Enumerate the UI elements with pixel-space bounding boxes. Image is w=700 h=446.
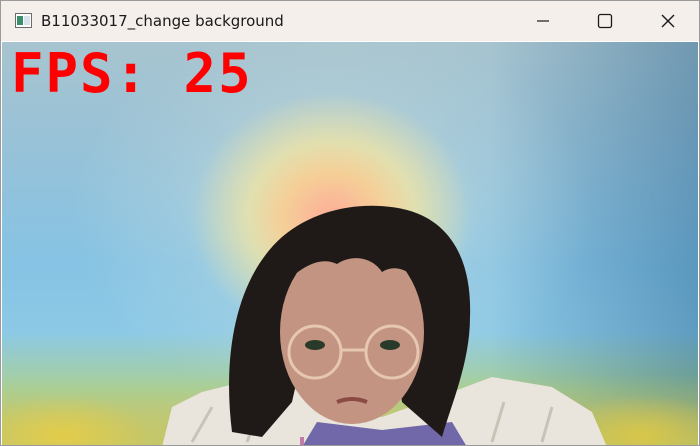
person-silhouette: [162, 205, 607, 445]
app-window: B11033017_change background FPS: 25: [0, 0, 700, 446]
eye-right: [380, 340, 400, 350]
minimize-icon: [537, 20, 549, 22]
maximize-icon: [597, 13, 613, 29]
window-title: B11033017_change background: [41, 12, 284, 30]
close-button[interactable]: [637, 1, 699, 41]
app-window-icon: [15, 13, 32, 28]
eye-left: [305, 340, 325, 350]
title-bar[interactable]: B11033017_change background: [1, 1, 699, 41]
video-frame: FPS: 25: [2, 42, 698, 445]
fps-counter: FPS: 25: [11, 42, 253, 105]
close-icon: [661, 14, 675, 28]
minimize-button[interactable]: [512, 1, 574, 41]
maximize-button[interactable]: [574, 1, 636, 41]
